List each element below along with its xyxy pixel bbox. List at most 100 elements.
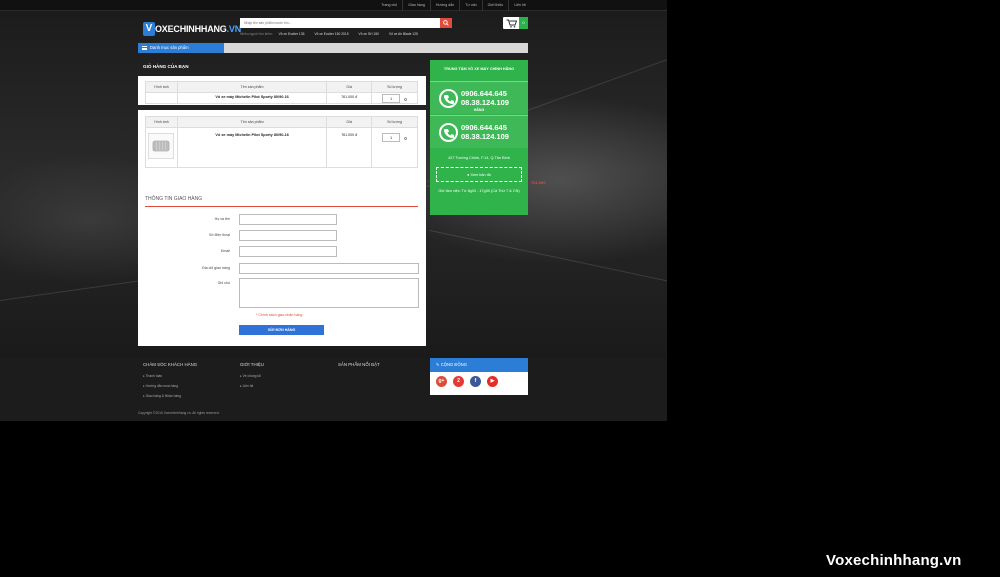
opening-hours: Giờ làm việc: Từ 8g00 - 17g30 (Cả Thứ 7 …	[438, 189, 520, 193]
phone-icon	[439, 123, 458, 142]
cell-price: 761.000 đ	[326, 92, 373, 104]
logo-text-suffix: .VN	[226, 23, 242, 34]
product-thumbnail[interactable]	[148, 133, 175, 159]
hotline-block[interactable]: 0906.644.645 08.38.124.109	[430, 115, 528, 148]
cart-table-panel-duplicate: Hình ảnh Tên sản phẩm Giá Số lượng Vỏ xe…	[138, 76, 426, 105]
col-header-image: Hình ảnh	[145, 116, 178, 128]
footer-col-title: SẢN PHẨM NỔI BẬT	[338, 362, 380, 367]
topnav-about[interactable]: Giới thiệu	[481, 0, 509, 11]
topnav-advice[interactable]: Tư vấn	[459, 0, 481, 11]
logo-mark: V	[143, 21, 155, 36]
topnav-contact[interactable]: Liên hệ	[508, 0, 531, 11]
view-map-button[interactable]: ● Xem bản đồ	[436, 167, 522, 182]
shipping-title: THÔNG TIN GIAO HÀNG	[145, 196, 203, 202]
site-logo[interactable]: V OXECHINHHANG.VN	[143, 20, 241, 37]
cart-icon	[503, 17, 519, 29]
cell-image	[145, 127, 178, 168]
phone-field[interactable]	[239, 230, 337, 241]
community-box: ✎ CỘNG ĐỒNG g+ 2 f ▶	[430, 358, 528, 395]
view-map-label: Xem bản đồ	[470, 173, 491, 177]
cell-product-name[interactable]: Vỏ xe máy Michelin Pilot Sporty 80/90-16	[176, 127, 328, 168]
keyword-link[interactable]: Vỏ xe SH 150	[359, 32, 379, 36]
menu-icon	[142, 46, 147, 50]
phone-label: Số điện thoại	[209, 233, 230, 237]
remove-item-icon[interactable]	[404, 97, 408, 101]
community-title: CỘNG ĐỒNG	[440, 362, 467, 367]
community-header: ✎ CỘNG ĐỒNG	[430, 358, 528, 372]
total-value: 761.000	[531, 180, 546, 185]
cell-price: 761.000 đ	[326, 127, 373, 168]
submit-order-button[interactable]: GỬI ĐƠN HÀNG	[239, 325, 324, 335]
keyword-link[interactable]: Vỏ xe Exciter 135	[279, 32, 305, 36]
footer-col-title: CHĂM SÓC KHÁCH HÀNG	[143, 362, 198, 367]
footer-col-customer-care: CHĂM SÓC KHÁCH HÀNG Thanh toán Hướng dẫn…	[143, 362, 197, 401]
overlapped-title-fragment: HÃNG	[473, 108, 485, 112]
cart-count: 0	[519, 17, 528, 29]
col-header-qty: Số lượng	[371, 116, 418, 128]
footer-col-about: GIỚI THIỆU Về chúng tôi Liên hệ	[240, 362, 264, 391]
col-header-qty: Số lượng	[371, 81, 418, 93]
address-label: Địa chỉ giao hàng	[202, 266, 230, 270]
footer-link[interactable]: Giao hàng & Nhận hàng	[143, 391, 197, 401]
tire-image-icon	[153, 140, 170, 152]
hotline-phone-1[interactable]: 0906.644.645	[461, 123, 507, 132]
hotline-phone-2[interactable]: 08.38.124.109	[461, 98, 509, 107]
col-header-price: Giá	[326, 116, 373, 128]
footer-col-title: GIỚI THIỆU	[240, 362, 264, 367]
hotline-phone-1[interactable]: 0906.644.645	[461, 89, 507, 98]
note-textarea[interactable]	[239, 278, 419, 308]
search-button[interactable]	[440, 18, 452, 28]
col-header-price: Giá	[326, 81, 373, 93]
youtube-icon[interactable]: ▶	[487, 376, 498, 387]
background-streak	[429, 230, 667, 286]
cart-button[interactable]: 0	[503, 17, 528, 29]
topnav-delivery[interactable]: Giao hàng	[402, 0, 430, 11]
keyword-link[interactable]: Vỏ xe Air Blade 125	[389, 32, 418, 36]
logo-text: OXECHINHHANG.VN	[155, 24, 241, 34]
cell-qty: 1	[371, 127, 418, 168]
address-field[interactable]	[239, 263, 419, 274]
topnav-guide[interactable]: Hướng dẫn	[429, 0, 459, 11]
search-input[interactable]	[240, 18, 440, 28]
cell-image	[145, 92, 178, 104]
email-field[interactable]	[239, 246, 337, 257]
remove-item-icon[interactable]	[404, 136, 408, 140]
google-plus-icon[interactable]: g+	[436, 376, 447, 387]
cell-product-name[interactable]: Vỏ xe máy Michelin Pilot Sporty 80/90-16	[176, 92, 328, 104]
name-field[interactable]	[239, 214, 337, 225]
popular-searches-label: Nhiều người tìm kiếm:	[240, 32, 273, 36]
category-menu-button[interactable]: Danh mục sản phẩm	[138, 43, 224, 53]
search-bar	[240, 18, 452, 28]
watermark: Voxechinhhang.vn	[826, 552, 962, 569]
top-navigation: Trang chủ Giao hàng Hướng dẫn Tư vấn Giớ…	[0, 0, 667, 11]
footer-link[interactable]: Hướng dẫn mua hàng	[143, 381, 197, 391]
logo-text-main: OXECHINHHANG	[155, 23, 227, 34]
facebook-icon[interactable]: f	[470, 376, 481, 387]
keyword-link[interactable]: Vỏ xe Exciter 150 2015	[314, 32, 348, 36]
quantity-input[interactable]: 1	[382, 94, 401, 103]
quantity-input[interactable]: 1	[382, 133, 401, 142]
shipping-policy-link[interactable]: * Chính sách giao nhận hàng	[256, 313, 302, 317]
contact-sidebar: TRUNG TÂM VỎ XE MÁY CHÍNH HÃNG 0906.644.…	[430, 60, 528, 215]
sidebar-title: TRUNG TÂM VỎ XE MÁY CHÍNH HÃNG	[443, 67, 515, 71]
zalo-icon[interactable]: 2	[453, 376, 464, 387]
col-header-image: Hình ảnh	[145, 81, 178, 93]
cell-qty: 1	[371, 92, 418, 104]
website-viewport: Trang chủ Giao hàng Hướng dẫn Tư vấn Giớ…	[0, 0, 667, 421]
search-icon	[443, 20, 449, 26]
col-header-name: Tên sản phẩm	[176, 116, 328, 128]
name-label: Họ và tên	[214, 217, 230, 221]
category-bar: Danh mục sản phẩm	[138, 43, 528, 53]
footer-link[interactable]: Liên hệ	[240, 381, 264, 391]
category-menu-label: Danh mục sản phẩm	[150, 45, 189, 50]
topnav-home[interactable]: Trang chủ	[376, 0, 402, 11]
popular-searches: Nhiều người tìm kiếm: Vỏ xe Exciter 135 …	[240, 32, 428, 36]
cart-and-shipping-panel: Hình ảnh Tên sản phẩm Giá Số lượng Vỏ xe…	[138, 110, 545, 346]
footer-link[interactable]: Về chúng tôi	[240, 371, 264, 381]
hotline-phone-2[interactable]: 08.38.124.109	[461, 132, 509, 141]
store-address: 427 Trường Chinh, F.14, Q.Tân Bình	[448, 156, 510, 160]
cart-title: GIỎ HÀNG CỦA BẠN	[143, 64, 189, 69]
shipping-divider	[145, 206, 418, 207]
footer-col-featured: SẢN PHẨM NỔI BẬT	[338, 362, 380, 371]
footer-link[interactable]: Thanh toán	[143, 371, 197, 381]
